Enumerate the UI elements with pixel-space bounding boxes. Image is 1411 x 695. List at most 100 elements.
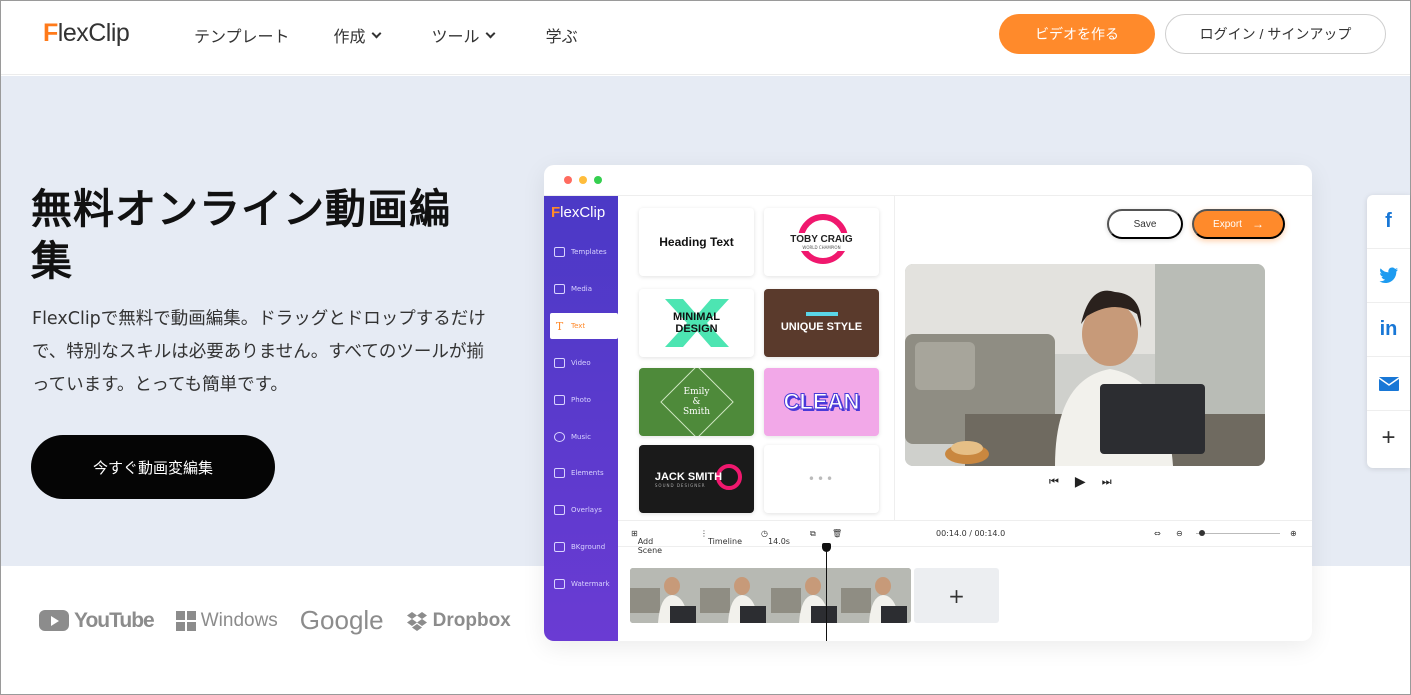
zoom-slider-handle[interactable]	[1199, 530, 1205, 536]
sidebar-item-watermark[interactable]: Watermark	[544, 571, 618, 597]
trash-icon[interactable]: 🗑	[832, 529, 842, 538]
nav-templates[interactable]: テンプレート	[194, 23, 290, 47]
template-label: CLEAN	[783, 389, 860, 415]
sidebar-item-templates[interactable]: Templates	[544, 239, 618, 265]
add-scene-button[interactable]: ⊞ Add Scene	[631, 529, 662, 555]
main-nav: テンプレート 作成 ツール 学ぶ	[194, 23, 622, 47]
zoom-out-icon[interactable]: ⊖	[1176, 529, 1183, 538]
fit-icon[interactable]: ⇔	[1154, 529, 1161, 538]
sidebar-item-video[interactable]: Video	[544, 350, 618, 376]
template-label: Heading Text	[659, 235, 734, 249]
template-clean[interactable]: CLEAN	[764, 368, 879, 436]
template-more[interactable]: •••	[764, 445, 879, 513]
header: FlexClip テンプレート 作成 ツール 学ぶ ビデオを作る ログイン / …	[1, 1, 1410, 75]
sidebar-label: BKground	[571, 543, 606, 551]
timeline-label: Timeline	[708, 537, 743, 546]
video-preview[interactable]	[905, 264, 1265, 466]
template-emily-smith[interactable]: Emily & Smith	[639, 368, 754, 436]
sidebar-label: Photo	[571, 396, 591, 404]
text-icon: T	[555, 319, 564, 333]
template-unique-style[interactable]: UNIQUE STYLE	[764, 289, 879, 357]
play-icon[interactable]: ▶	[1075, 474, 1086, 490]
sidebar-item-photo[interactable]: Photo	[544, 387, 618, 413]
divider	[894, 196, 895, 520]
sidebar-item-media[interactable]: Media	[544, 276, 618, 302]
sidebar-label: Media	[571, 285, 593, 293]
timeline-button[interactable]: ⋮ Timeline	[700, 529, 742, 546]
windows-icon	[175, 610, 196, 631]
template-label: UNIQUE STYLE	[780, 321, 863, 333]
zoom-slider[interactable]	[1196, 533, 1280, 534]
windows-logo: Windows	[175, 609, 278, 632]
mail-icon[interactable]	[1367, 357, 1410, 411]
add-scene-tile[interactable]: +	[914, 568, 999, 623]
template-heading-text[interactable]: Heading Text	[639, 208, 754, 276]
dropbox-logo: Dropbox	[406, 610, 511, 632]
accent-bar	[806, 312, 838, 316]
youtube-logo: YouTube	[39, 608, 155, 633]
nav-tools[interactable]: ツール	[431, 23, 496, 47]
youtube-text: YouTube	[74, 608, 155, 632]
sidebar-label: Elements	[571, 469, 604, 477]
login-signup-button[interactable]: ログイン / サインアップ	[1165, 14, 1386, 54]
sidebar-item-music[interactable]: Music	[544, 424, 618, 450]
template-sublabel: SOUND DESIGNER	[654, 482, 706, 488]
flexclip-logo[interactable]: FlexClip	[43, 19, 130, 48]
playback-controls: ⏮ ▶ ⏭	[1049, 474, 1112, 490]
create-video-button[interactable]: ビデオを作る	[999, 14, 1155, 54]
linkedin-icon[interactable]: in	[1367, 303, 1410, 357]
scene-clip[interactable]	[630, 568, 911, 623]
clip-frame	[840, 568, 911, 623]
music-icon	[554, 432, 565, 442]
clip-frame	[770, 568, 842, 623]
plus-icon[interactable]: +	[1367, 411, 1410, 465]
template-label: TOBY CRAIG	[790, 234, 853, 245]
layers-icon	[554, 247, 565, 257]
divider	[544, 195, 1312, 196]
nav-tools-label: ツール	[431, 27, 480, 46]
template-toby-craig[interactable]: TOBY CRAIG WORLD CHAMPION	[764, 208, 879, 276]
photo-icon	[554, 395, 565, 405]
template-label: &	[692, 397, 701, 407]
zoom-in-icon[interactable]: ⊕	[1290, 529, 1297, 538]
template-minimal-design[interactable]: MINIMAL DESIGN	[639, 289, 754, 357]
hero-description: FlexClipで無料で動画編集。ドラッグとドロップするだけで、特別なスキルは必…	[32, 309, 486, 395]
nav-create[interactable]: 作成	[334, 23, 381, 47]
save-button[interactable]: Save	[1107, 209, 1183, 239]
background-icon	[554, 542, 565, 552]
facebook-icon[interactable]: f	[1367, 195, 1410, 249]
share-rail: f in +	[1367, 195, 1410, 468]
sidebar-item-overlays[interactable]: Overlays	[544, 497, 618, 523]
nav-learn[interactable]: 学ぶ	[546, 23, 578, 47]
editor-logo: FlexClip	[551, 204, 606, 221]
time-readout: 00:14.0 / 00:14.0	[936, 529, 1006, 538]
skip-back-icon[interactable]: ⏮	[1049, 475, 1059, 489]
preview-photo	[905, 264, 1265, 466]
start-editing-button[interactable]: 今すぐ動画変編集	[31, 435, 275, 499]
chevron-down-icon	[485, 28, 496, 38]
sidebar-item-elements[interactable]: Elements	[544, 460, 618, 486]
chevron-down-icon	[371, 28, 381, 38]
media-icon	[554, 284, 565, 294]
twitter-icon[interactable]	[1367, 249, 1410, 303]
skip-forward-icon[interactable]: ⏭	[1102, 475, 1112, 489]
sidebar-item-background[interactable]: BKground	[544, 534, 618, 560]
sidebar-label: Watermark	[571, 580, 610, 588]
export-label: Export	[1213, 218, 1242, 230]
dropbox-text: Dropbox	[432, 609, 511, 631]
arrow-right-icon: →	[1251, 217, 1264, 231]
clip-frame	[700, 568, 772, 623]
google-text: Google	[299, 605, 384, 635]
export-button[interactable]: Export →	[1192, 209, 1285, 239]
sidebar-label: Music	[571, 433, 591, 441]
youtube-play-icon	[39, 610, 69, 631]
windows-text: Windows	[200, 609, 278, 631]
playhead[interactable]	[826, 545, 827, 641]
duration-label: 14.0s	[767, 537, 790, 546]
sidebar-item-text[interactable]: T Text	[550, 313, 618, 339]
template-jack-smith[interactable]: JACK SMITH SOUND DESIGNER	[639, 445, 754, 513]
duplicate-icon[interactable]: ⧉	[810, 529, 816, 539]
page-title: 無料オンライン動画編集	[31, 185, 451, 285]
duration-display[interactable]: ◷ 14.0s	[761, 529, 790, 546]
more-icon: •••	[807, 472, 836, 486]
